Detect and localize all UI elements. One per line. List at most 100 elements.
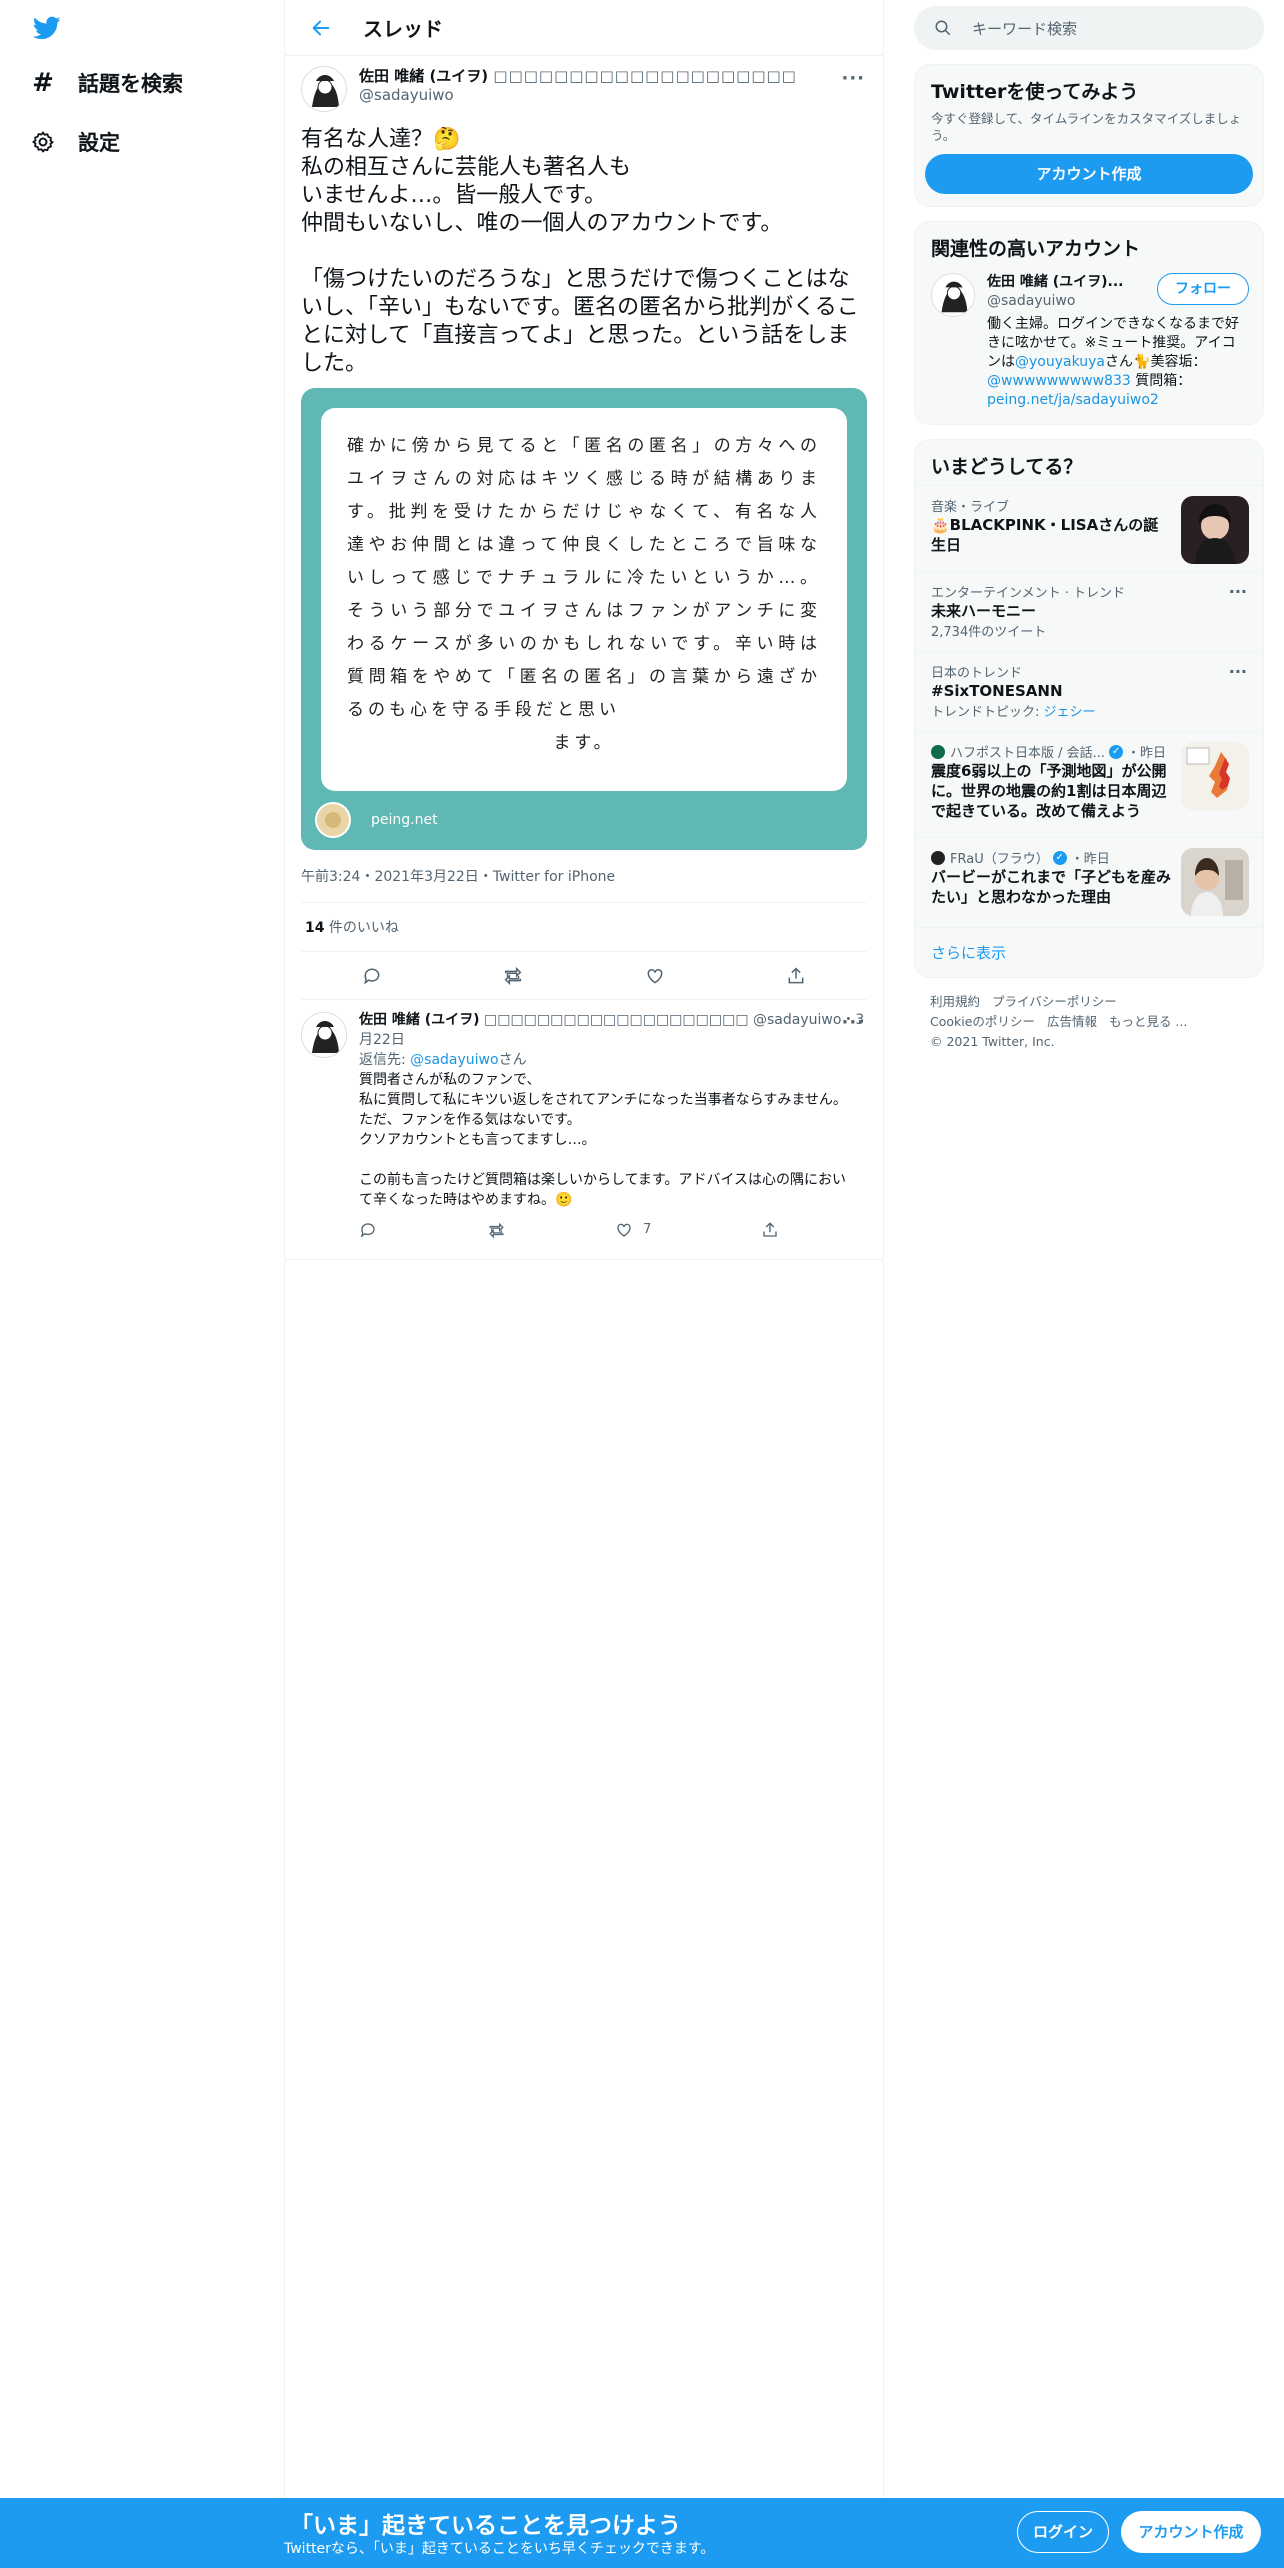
search-icon: [934, 18, 954, 38]
footer-cookie-link[interactable]: Cookieのポリシー: [930, 1014, 1035, 1029]
bottom-signup-bar: 「いま」起きていることを見つけよう Twitterなら、「いま」起きていることを…: [0, 2498, 1284, 2568]
more-options-icon[interactable]: ···: [1229, 662, 1247, 681]
hashtag-icon: #: [32, 68, 54, 98]
trends-panel: いまどうしてる？ 音楽・ライブ 🎂BLACKPINK・LISAさんの誕生日 エン…: [914, 439, 1264, 978]
author-name[interactable]: 佐田 唯緒 (ユイヲ): [359, 67, 488, 85]
trends-title: いまどうしてる？: [931, 456, 1083, 478]
footer-privacy-link[interactable]: プライバシーポリシー: [992, 994, 1117, 1009]
news-time: ・昨日: [1127, 746, 1167, 761]
more-options-icon[interactable]: ···: [1229, 582, 1247, 601]
avatar[interactable]: [301, 1012, 347, 1058]
more-options-icon[interactable]: ···: [841, 1012, 865, 1033]
footer-terms-link[interactable]: 利用規約: [930, 994, 980, 1009]
signup-button[interactable]: アカウント作成: [1121, 2511, 1261, 2553]
news-thumbnail: [1181, 848, 1249, 916]
thread-column: スレッド 佐田 唯緒 (ユイヲ) □□□□□□□□□□□□□□□□□□□□ @s…: [284, 0, 884, 2498]
news-source: ハフポスト日本版 / 会話... ✓ ・昨日: [931, 742, 1171, 761]
trend-item[interactable]: 日本のトレンド #SixTONESANN トレンドトピック: ジェシー ···: [915, 651, 1263, 731]
card-source: peing.net: [371, 812, 438, 828]
peing-logo-icon: [315, 802, 351, 838]
card-footer: peing.net: [315, 802, 438, 838]
nav-explore[interactable]: # 話題を検索: [30, 59, 183, 107]
account-card[interactable]: 佐田 唯緒 (ユイヲ)... @sadayuiwo 働く主婦。ログインできなくな…: [915, 267, 1263, 424]
news-title: バービーがこれまで「子どもを産みたい」と思わなかった理由: [931, 868, 1172, 906]
peing-card[interactable]: 確かに傍から見てると「匿名の匿名」の方々へのユイヲさんの対応はキツく感じる時が結…: [301, 388, 867, 850]
twitter-logo-icon[interactable]: [30, 14, 64, 42]
trend-item[interactable]: エンターテインメント · トレンド 未来ハーモニー 2,734件のツイート ··…: [915, 571, 1263, 651]
search-input[interactable]: キーワード検索: [914, 6, 1264, 50]
left-nav: # 話題を検索 設定: [0, 0, 284, 2568]
bio-link-youyakuya[interactable]: @youyakuya: [1015, 354, 1105, 370]
reply-actions: 7: [359, 1220, 779, 1240]
search-placeholder: キーワード検索: [972, 19, 1078, 38]
nav-explore-label: 話題を検索: [78, 72, 183, 96]
likes-label: 件のいいね: [324, 920, 399, 936]
card-question-text: 確かに傍から見てると「匿名の匿名」の方々へのユイヲさんの対応はキツく感じる時が結…: [347, 436, 821, 720]
like-button[interactable]: 7: [615, 1220, 651, 1240]
footer-ads-link[interactable]: 広告情報: [1047, 1014, 1097, 1029]
reply-to-link[interactable]: @sadayuiwo: [410, 1052, 498, 1068]
reply-text: 質問者さんが私のファンで、 私に質問して私にキツい返しをされてアンチになった当事…: [359, 1072, 847, 1208]
like-icon[interactable]: [641, 962, 669, 990]
thread-header: スレッド: [285, 0, 883, 56]
bottom-bar-subtitle: Twitterなら、「いま」起きていることをいち早くチェックできます。: [284, 2541, 715, 2557]
account-bio: 働く主婦。ログインできなくなるまで好きに呟かせて。※ミュート推奨。アイコンは@y…: [987, 315, 1247, 410]
share-icon[interactable]: [782, 962, 810, 990]
gear-icon: [30, 129, 56, 155]
footer-links: 利用規約 プライバシーポリシー Cookieのポリシー 広告情報 もっと見る ... …: [914, 978, 1264, 1066]
reply-to-suffix: さん: [498, 1052, 527, 1068]
source-logo-icon: [931, 744, 945, 759]
reply-to-label: 返信先:: [359, 1052, 411, 1068]
bio-link-peing[interactable]: peing.net/ja/sadayuiwo2: [987, 392, 1159, 408]
footer-more-link[interactable]: もっと見る ...: [1109, 1014, 1187, 1029]
tweet-meta[interactable]: 午前3:24・2021年3月22日・Twitter for iPhone: [301, 866, 867, 903]
trend-title: 未来ハーモニー: [931, 602, 1037, 620]
signup-panel: Twitterを使ってみよう 今すぐ登録して、タイムラインをカスタマイズしましょ…: [914, 64, 1264, 207]
card-question-end: ます。: [553, 733, 615, 753]
like-icon: [617, 1223, 631, 1237]
signup-title: Twitterを使ってみよう: [931, 81, 1139, 103]
right-sidebar: キーワード検索 Twitterを使ってみよう 今すぐ登録して、タイムラインをカス…: [914, 0, 1264, 1066]
reply-author-name[interactable]: 佐田 唯緒 (ユイヲ): [359, 1012, 480, 1028]
trend-item[interactable]: 音楽・ライブ 🎂BLACKPINK・LISAさんの誕生日: [915, 485, 1263, 571]
trend-title: 🎂BLACKPINK・LISAさんの誕生日: [931, 516, 1159, 554]
retweet-icon[interactable]: [499, 962, 527, 990]
nav-settings-label: 設定: [78, 131, 120, 155]
bio-text: 質問箱：: [1130, 373, 1192, 389]
relevant-accounts-panel: 関連性の高いアカウント 佐田 唯緒 (ユイヲ)... @sadayuiwo 働く…: [914, 221, 1264, 425]
news-time: ・昨日: [1070, 852, 1110, 867]
reply-icon[interactable]: [359, 1220, 377, 1240]
trend-topic-link[interactable]: ジェシー: [1044, 705, 1096, 720]
trend-count: 2,734件のツイート: [931, 625, 1047, 640]
reply-tweet[interactable]: ··· 佐田 唯緒 (ユイヲ) □□□□□□□□□□□□□□□□□□□□ @sa…: [285, 1000, 883, 1260]
verified-icon: ✓: [1109, 744, 1124, 759]
source-logo-icon: [931, 850, 945, 865]
reply-icon[interactable]: [358, 962, 386, 990]
bio-text: さん🐈美容垢：: [1105, 354, 1207, 370]
share-icon[interactable]: [761, 1220, 779, 1240]
show-more-link[interactable]: さらに表示: [915, 927, 1263, 977]
more-options-icon[interactable]: ···: [841, 68, 865, 89]
reply-name-glyphs: □□□□□□□□□□□□□□□□□□□□: [484, 1012, 749, 1028]
tweet-actions: [301, 952, 867, 1000]
signup-desc: 今すぐ登録して、タイムラインをカスタマイズしましょう。: [931, 111, 1242, 143]
copyright: © 2021 Twitter, Inc.: [930, 1034, 1055, 1049]
news-thumbnail: [1181, 742, 1249, 810]
news-source: FRaU（フラウ） ✓ ・昨日: [931, 848, 1171, 867]
bottom-bar-title: 「いま」起きていることを見つけよう: [290, 2513, 681, 2539]
nav-settings[interactable]: 設定: [30, 118, 120, 166]
retweet-icon[interactable]: [487, 1220, 506, 1240]
news-item[interactable]: FRaU（フラウ） ✓ ・昨日 バービーがこれまで「子どもを産みたい」と思わなか…: [915, 837, 1263, 927]
news-item[interactable]: ハフポスト日本版 / 会話... ✓ ・昨日 震度6弱以上の「予測地図」が公開に…: [915, 731, 1263, 837]
likes-summary[interactable]: 14 件のいいね: [301, 903, 867, 952]
trend-title: #SixTONESANN: [931, 682, 1063, 700]
avatar[interactable]: [301, 66, 347, 112]
author-handle[interactable]: @sadayuiwo: [359, 86, 797, 104]
back-arrow-icon[interactable]: [303, 10, 339, 46]
trend-topic: トレンドトピック: ジェシー: [931, 701, 1247, 720]
login-button[interactable]: ログイン: [1017, 2511, 1109, 2553]
follow-button[interactable]: フォロー: [1157, 273, 1249, 305]
bio-link-beauty-account[interactable]: @wwwwwwwww833: [987, 373, 1131, 389]
avatar[interactable]: [931, 273, 975, 317]
create-account-button[interactable]: アカウント作成: [925, 154, 1253, 194]
